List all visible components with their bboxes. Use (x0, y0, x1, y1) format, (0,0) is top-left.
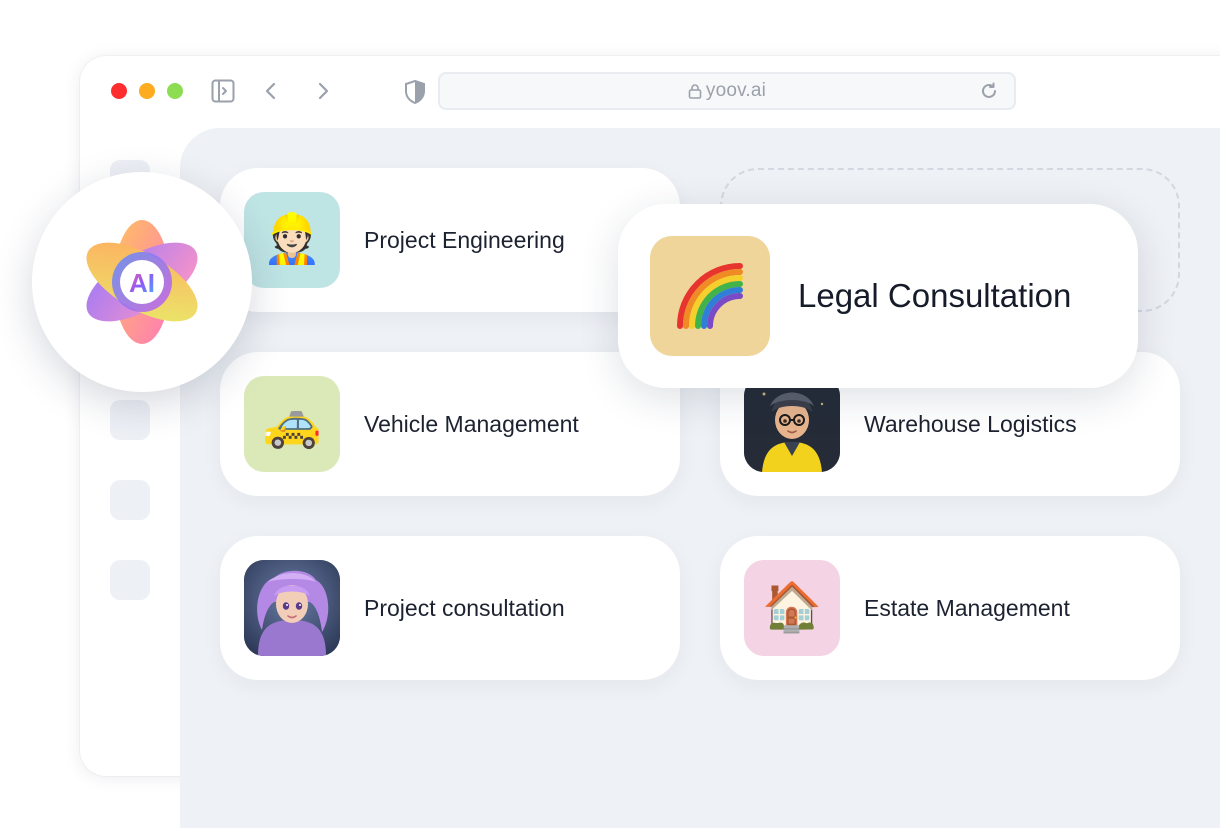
address-bar[interactable]: yoov.ai (438, 72, 1016, 110)
card-label: Vehicle Management (364, 410, 579, 437)
card-project-consultation[interactable]: Project consultation (220, 536, 680, 680)
character-avatar-icon (744, 376, 840, 472)
minimize-button[interactable] (139, 83, 155, 99)
shield-icon[interactable] (404, 80, 426, 104)
card-label: Estate Management (864, 594, 1070, 621)
card-label: Warehouse Logistics (864, 410, 1077, 437)
card-label: Project Engineering (364, 226, 565, 253)
lock-icon (688, 84, 702, 99)
maximize-button[interactable] (167, 83, 183, 99)
taxi-icon: 🚕 (244, 376, 340, 472)
character-avatar-icon (244, 560, 340, 656)
card-project-engineering[interactable]: 👷🏻 Project Engineering (220, 168, 680, 312)
featured-card-label: Legal Consultation (798, 277, 1072, 314)
ai-badge[interactable]: AI (32, 172, 252, 392)
house-icon: 🏠 (744, 560, 840, 656)
sidebar-item[interactable] (110, 560, 150, 600)
url-text: yoov.ai (705, 80, 767, 101)
close-button[interactable] (111, 83, 127, 99)
forward-arrow-icon[interactable] (310, 78, 336, 104)
sidebar-toggle-icon[interactable] (210, 78, 236, 104)
sidebar-item[interactable] (110, 480, 150, 520)
ai-badge-text: AI (129, 268, 155, 298)
ai-flower-logo-icon: AI (86, 220, 198, 344)
construction-worker-icon: 👷🏻 (244, 192, 340, 288)
rainbow-icon (650, 236, 770, 356)
card-vehicle-management[interactable]: 🚕 Vehicle Management (220, 352, 680, 496)
back-arrow-icon[interactable] (258, 78, 284, 104)
sidebar-item[interactable] (110, 400, 150, 440)
card-label: Project consultation (364, 594, 565, 621)
card-legal-consultation[interactable]: Legal Consultation (618, 204, 1138, 388)
reload-icon[interactable] (980, 82, 998, 100)
card-estate-management[interactable]: 🏠 Estate Management (720, 536, 1180, 680)
